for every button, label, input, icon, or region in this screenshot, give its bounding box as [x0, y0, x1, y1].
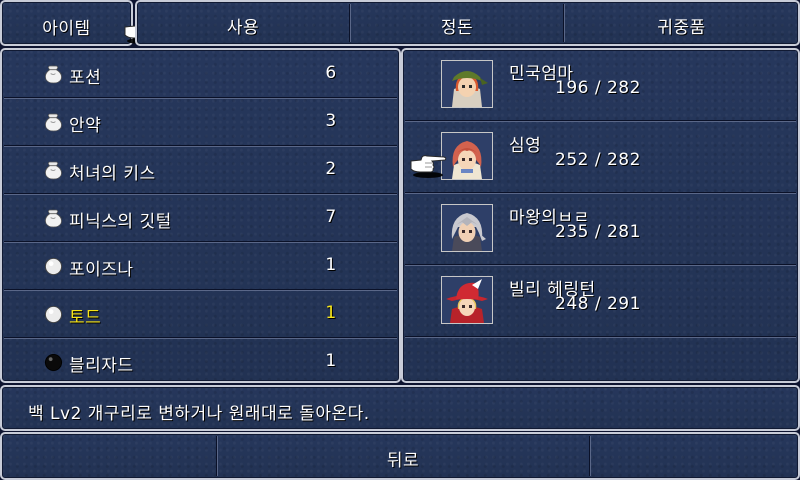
tab-sort[interactable]: 정돈 — [351, 2, 563, 44]
tab-use-label: 사용 — [226, 18, 260, 38]
pouch-icon — [44, 65, 62, 84]
tab-use[interactable]: 사용 — [137, 2, 349, 44]
member-hp: 235 / 281 — [555, 222, 641, 242]
item-quantity: 3 — [325, 111, 337, 131]
red-hair-portrait — [441, 132, 493, 180]
white-orb-icon — [44, 305, 63, 324]
party-list: 민국엄마 196 / 282 심영 252 / 282 마왕의ㅂㄹ 235 / … — [401, 48, 800, 383]
item-row[interactable]: 처녀의 키스 2 — [2, 146, 399, 195]
member-hp: 252 / 282 — [555, 150, 641, 170]
green-bandana-portrait — [441, 60, 493, 108]
command-tabs: 사용 정돈 귀중품 — [135, 0, 800, 46]
item-name: 토드 — [69, 308, 102, 328]
item-quantity: 6 — [325, 63, 337, 83]
item-row[interactable]: 포션 6 — [2, 50, 399, 99]
black-orb-icon — [44, 353, 63, 372]
pouch-icon — [44, 113, 62, 132]
party-member-row[interactable]: 마왕의ㅂㄹ 235 / 281 — [403, 194, 798, 266]
item-quantity: 7 — [325, 207, 337, 227]
item-name: 안약 — [69, 116, 102, 136]
item-name: 블리자드 — [69, 356, 134, 376]
item-row[interactable]: 피닉스의 깃털 7 — [2, 194, 399, 243]
item-name: 피닉스의 깃털 — [69, 212, 172, 232]
target-cursor-hand-icon — [408, 152, 448, 179]
menu-title: 아이템 — [42, 19, 91, 39]
red-mage-portrait — [441, 276, 493, 324]
pouch-icon — [44, 161, 62, 180]
back-button[interactable]: 뒤로 — [217, 434, 589, 478]
item-quantity: 1 — [325, 351, 337, 371]
item-list: 포션 6 안약 3 처녀의 키스 2 피닉스의 깃털 7 포이즈나 1 토드 1… — [0, 48, 401, 383]
item-name: 처녀의 키스 — [69, 164, 156, 184]
description-panel: 백 Lv2 개구리로 변하거나 원래대로 돌아온다. — [0, 385, 800, 431]
member-hp: 196 / 282 — [555, 78, 641, 98]
tab-key-items-label: 귀중품 — [657, 18, 706, 38]
party-member-row[interactable]: 빌리 헤링턴 248 / 291 — [403, 266, 798, 338]
white-orb-icon — [44, 257, 63, 276]
back-button-label: 뒤로 — [386, 451, 420, 471]
footer-bar: 뒤로 — [0, 432, 800, 480]
silver-hair-portrait — [441, 204, 493, 252]
pouch-icon — [44, 209, 62, 228]
item-description: 백 Lv2 개구리로 변하거나 원래대로 돌아온다. — [28, 404, 370, 424]
item-quantity: 2 — [325, 159, 337, 179]
item-name: 포션 — [69, 68, 102, 88]
menu-title-panel: 아이템 — [0, 0, 133, 46]
party-empty-row — [403, 338, 798, 381]
item-quantity: 1 — [325, 303, 337, 323]
member-hp: 248 / 291 — [555, 294, 641, 314]
member-name: 심영 — [509, 136, 542, 156]
tab-sort-label: 정돈 — [440, 18, 474, 38]
tab-key-items[interactable]: 귀중품 — [565, 2, 798, 44]
party-member-row[interactable]: 심영 252 / 282 — [403, 122, 798, 194]
item-row[interactable]: 안약 3 — [2, 98, 399, 147]
item-row[interactable]: 포이즈나 1 — [2, 242, 399, 291]
party-member-row[interactable]: 민국엄마 196 / 282 — [403, 50, 798, 122]
item-name: 포이즈나 — [69, 260, 134, 280]
item-row[interactable]: 블리자드 1 — [2, 338, 399, 386]
item-row-selected[interactable]: 토드 1 — [2, 290, 399, 339]
footer-divider — [589, 436, 591, 476]
item-quantity: 1 — [325, 255, 337, 275]
